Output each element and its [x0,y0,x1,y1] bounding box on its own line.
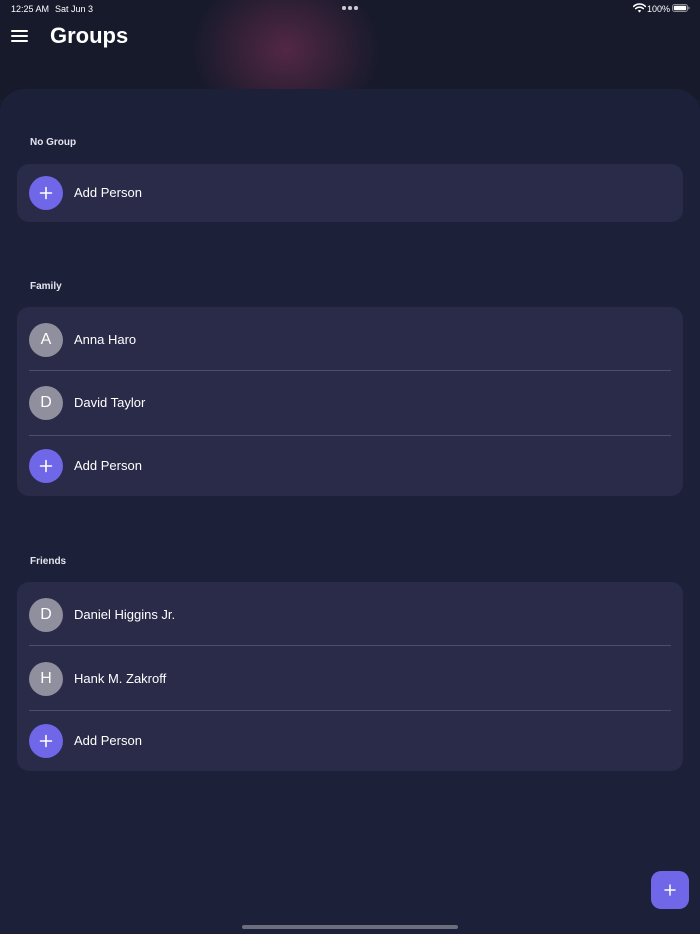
multitasking-dots-icon[interactable] [342,6,358,10]
battery-icon [672,4,690,12]
battery-percent: 100% [647,4,671,14]
group-label-no-group: No Group [30,137,77,148]
group-card-family: A Anna Haro D David Taylor Add Person [17,307,683,496]
avatar: D [29,386,63,420]
person-name: Daniel Higgins Jr. [74,607,176,622]
groups-list[interactable]: No Group Add Person Family A Anna Haro D… [0,89,700,934]
group-label-family: Family [30,281,62,292]
home-indicator[interactable] [242,925,458,929]
avatar: D [29,598,63,632]
status-bar: 12:25 AM Sat Jun 3 100% [0,0,700,17]
add-person-button[interactable] [29,176,63,210]
plus-icon [664,884,676,896]
add-person-label: Add Person [74,733,142,748]
person-name: Hank M. Zakroff [74,671,167,686]
status-time: 12:25 AM [11,4,50,14]
plus-icon [39,186,53,200]
add-person-label: Add Person [74,458,142,473]
add-person-button[interactable] [29,449,63,483]
add-person-button[interactable] [29,724,63,758]
plus-icon [39,459,53,473]
hamburger-menu-icon[interactable] [11,29,28,43]
person-row[interactable]: A Anna Haro [17,307,683,371]
person-row[interactable]: D Daniel Higgins Jr. [17,582,683,646]
add-person-label: Add Person [74,185,142,200]
add-person-row[interactable]: Add Person [17,164,683,222]
person-row[interactable]: H Hank M. Zakroff [17,646,683,711]
avatar: H [29,662,63,696]
group-card-friends: D Daniel Higgins Jr. H Hank M. Zakroff A… [17,582,683,771]
group-card-no-group: Add Person [17,164,683,222]
status-date: Sat Jun 3 [55,4,94,14]
avatar: A [29,323,63,357]
person-name: Anna Haro [74,332,137,347]
wifi-icon [633,3,646,13]
person-row[interactable]: D David Taylor [17,371,683,436]
page-title: Groups [50,23,129,48]
person-name: David Taylor [74,395,146,410]
plus-icon [39,734,53,748]
add-group-fab-button[interactable] [651,871,689,909]
add-person-row[interactable]: Add Person [17,436,683,495]
add-person-row[interactable]: Add Person [17,711,683,770]
group-label-friends: Friends [30,556,67,567]
